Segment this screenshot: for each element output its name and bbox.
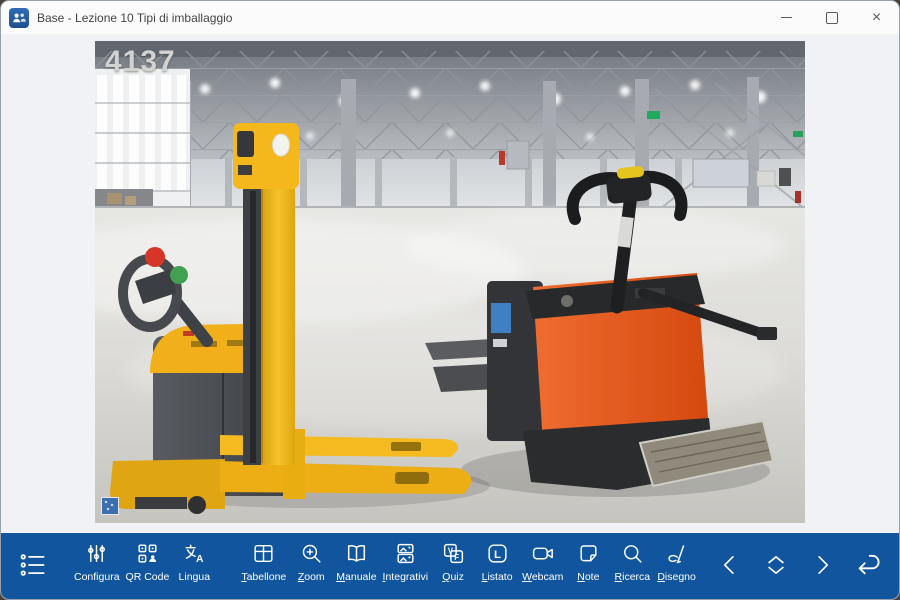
toolbar-label: Listato: [482, 571, 513, 583]
toolbar-label: Configura: [74, 571, 120, 583]
toolbar-label: Tabellone: [241, 571, 286, 583]
users-icon: [9, 8, 29, 28]
translate-icon: A: [182, 540, 207, 567]
chevron-right-icon: [808, 551, 836, 582]
toolbar-label: Integrativi: [383, 571, 429, 583]
maximize-icon: [826, 12, 838, 24]
minimize-icon: [781, 17, 792, 18]
true-false-icon: V F: [441, 540, 466, 567]
list-l-icon: L: [485, 540, 510, 567]
blue-sticker: [491, 303, 511, 333]
toolbar-button-qr-code[interactable]: QR Code: [123, 533, 173, 599]
ceiling-trusses: [95, 41, 805, 173]
toolbar-label: Ricerca: [615, 571, 651, 583]
stacked-images-icon: [393, 540, 418, 567]
toolbar-label: Note: [577, 571, 599, 583]
qr-code-icon: [135, 540, 160, 567]
toolbar-tools: Configura: [71, 533, 699, 599]
bullet-list-icon: [17, 550, 49, 583]
toolbar-button-zoom[interactable]: Zoom: [289, 533, 333, 599]
maximize-button[interactable]: [809, 1, 854, 34]
exit-sign: [647, 111, 660, 119]
menu-button[interactable]: [11, 533, 55, 599]
blue-stamp-icon: [101, 497, 119, 515]
photo-number: 4137: [105, 45, 176, 79]
lesson-photo: 4137: [95, 41, 805, 523]
toolbar-button-tabellone[interactable]: Tabellone: [238, 533, 289, 599]
table-grid-icon: [251, 540, 276, 567]
toolbar-label: Zoom: [298, 571, 325, 583]
pen-icon: [664, 540, 689, 567]
scroll-button[interactable]: [759, 548, 793, 585]
svg-text:L: L: [494, 549, 501, 561]
stacker-stop-button: [145, 247, 165, 267]
toolbar-button-integrativi[interactable]: Integrativi: [380, 533, 432, 599]
close-button[interactable]: ×: [854, 1, 899, 34]
toolbar-button-ricerca[interactable]: Ricerca: [610, 533, 654, 599]
stacker-green-button: [170, 266, 188, 284]
open-book-icon: [344, 540, 369, 567]
toolbar-button-webcam[interactable]: Webcam: [519, 533, 566, 599]
toolbar-label: Lingua: [179, 571, 211, 583]
return-button[interactable]: [851, 547, 887, 586]
toolbar-label: Disegno: [657, 571, 696, 583]
window-title: Base - Lezione 10 Tipi di imballaggio: [37, 11, 232, 25]
toolbar-label: Webcam: [522, 571, 563, 583]
lesson-content: 4137: [1, 34, 899, 533]
warehouse-scene: [95, 41, 805, 523]
note-icon: [576, 540, 601, 567]
toolbar-button-listato[interactable]: L Listato: [475, 533, 519, 599]
zoom-in-icon: [299, 540, 324, 567]
app-window: Base - Lezione 10 Tipi di imballaggio ×: [0, 0, 900, 600]
toolbar-label: Manuale: [336, 571, 376, 583]
search-icon: [620, 540, 645, 567]
toolbar-button-quiz[interactable]: V F Quiz: [431, 533, 475, 599]
toolbar-label: Quiz: [442, 571, 464, 583]
toolbar-button-manuale[interactable]: Manuale: [333, 533, 379, 599]
previous-button[interactable]: [714, 549, 746, 584]
return-arrow-icon: [853, 549, 885, 584]
toolbar-button-configura[interactable]: Configura: [71, 533, 123, 599]
close-icon: ×: [872, 10, 881, 26]
window-controls: ×: [764, 1, 899, 34]
webcam-icon: [530, 540, 556, 567]
toolbar-button-disegno[interactable]: Disegno: [654, 533, 699, 599]
toolbar-navigation: [714, 533, 891, 599]
chevron-left-icon: [716, 551, 744, 582]
next-button[interactable]: [806, 549, 838, 584]
titlebar: Base - Lezione 10 Tipi di imballaggio ×: [1, 1, 899, 34]
minimize-button[interactable]: [764, 1, 809, 34]
bottom-toolbar: Configura: [1, 533, 899, 599]
toolbar-label: QR Code: [126, 571, 170, 583]
svg-text:F: F: [454, 553, 459, 562]
toolbar-button-note[interactable]: Note: [566, 533, 610, 599]
svg-text:A: A: [196, 554, 204, 565]
toolbar-button-lingua[interactable]: A Lingua: [172, 533, 216, 599]
chevron-up-down-icon: [761, 550, 791, 583]
sliders-icon: [84, 540, 109, 567]
